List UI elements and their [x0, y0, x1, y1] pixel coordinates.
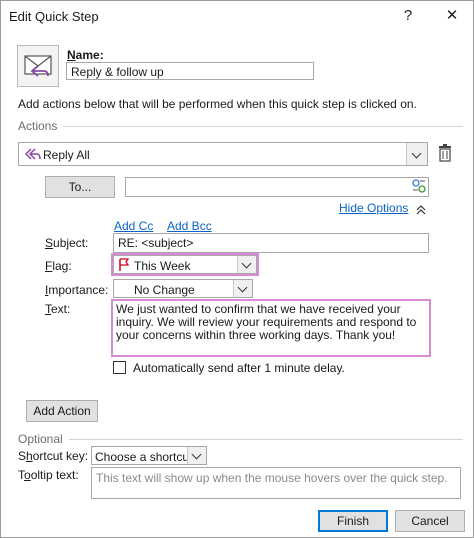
chevron-down-icon [233, 280, 252, 297]
to-field[interactable] [125, 177, 429, 197]
add-action-button[interactable]: Add Action [26, 400, 98, 422]
address-book-icon[interactable] [411, 178, 427, 197]
tooltip-text-label: Tooltip text: [18, 468, 79, 482]
flag-select[interactable]: This Week [111, 253, 259, 276]
importance-select[interactable]: No Change [113, 279, 253, 298]
importance-value: No Change [134, 283, 195, 297]
action-select[interactable]: Reply All [18, 142, 428, 166]
message-text-area[interactable]: We just wanted to confirm that we have r… [111, 299, 431, 357]
optional-section-label: Optional [18, 432, 63, 446]
flag-value: This Week [134, 259, 191, 273]
add-action-button-label: Add Action [33, 404, 91, 418]
edit-quick-step-dialog: Edit Quick Step ? ✕ Name: Reply & follow… [0, 0, 474, 538]
actions-divider [63, 126, 463, 127]
shortcut-select[interactable]: Choose a shortcut [91, 446, 207, 465]
cancel-button[interactable]: Cancel [395, 510, 465, 532]
add-cc-link[interactable]: Add Cc [114, 219, 153, 233]
importance-label: Importance: [45, 283, 109, 297]
name-label: Name: [67, 48, 104, 62]
title-bar: Edit Quick Step ? ✕ [1, 1, 473, 31]
to-button-label: To... [68, 180, 92, 194]
flag-label: Flag: [45, 259, 72, 273]
chevron-down-icon [237, 256, 256, 273]
hide-options-link[interactable]: Hide Options [339, 201, 408, 215]
shortcut-value: Choose a shortcut [95, 450, 193, 464]
to-button[interactable]: To... [45, 176, 115, 198]
red-flag-icon [118, 258, 130, 275]
actions-section-label: Actions [18, 119, 58, 133]
optional-divider [69, 439, 463, 440]
auto-send-checkbox[interactable] [113, 361, 126, 374]
name-field[interactable]: Reply & follow up [66, 62, 314, 80]
help-icon[interactable]: ? [397, 5, 419, 27]
chevron-up-icon[interactable] [416, 204, 426, 215]
instruction-text: Add actions below that will be performed… [18, 97, 417, 111]
trash-icon[interactable] [438, 144, 452, 165]
cancel-button-label: Cancel [411, 514, 449, 528]
action-select-value: Reply All [43, 148, 90, 162]
close-icon[interactable]: ✕ [441, 5, 463, 27]
dialog-title: Edit Quick Step [9, 9, 99, 24]
finish-button[interactable]: Finish [318, 510, 388, 532]
chevron-down-icon [406, 143, 427, 165]
finish-button-label: Finish [336, 514, 369, 528]
subject-field[interactable]: RE: <subject> [113, 233, 429, 253]
envelope-reply-icon [17, 45, 59, 87]
tooltip-field[interactable]: This text will show up when the mouse ho… [91, 467, 461, 499]
shortcut-key-label: Shortcut key: [18, 449, 89, 463]
text-label: Text: [45, 302, 71, 316]
chevron-down-icon [187, 447, 206, 464]
reply-all-icon [23, 147, 41, 164]
add-bcc-link[interactable]: Add Bcc [167, 219, 212, 233]
auto-send-label: Automatically send after 1 minute delay. [133, 361, 345, 375]
subject-label: Subject: [45, 236, 89, 250]
